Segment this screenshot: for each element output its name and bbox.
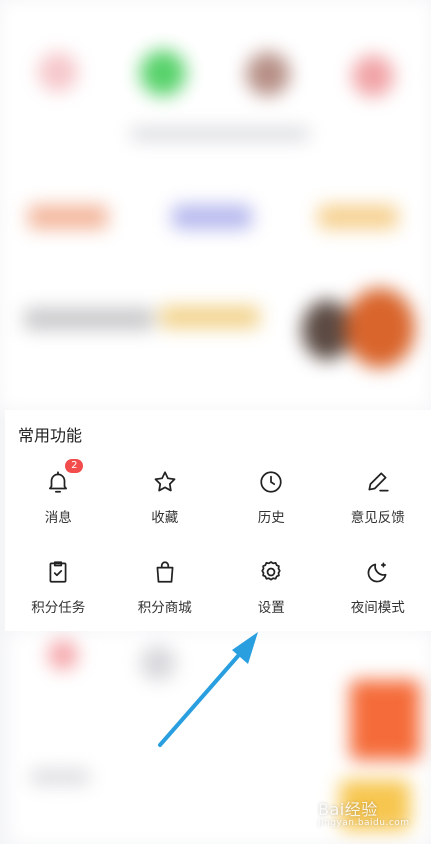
messages-badge: 2	[65, 459, 84, 473]
night-mode-label: 夜间模式	[350, 600, 405, 616]
app-screen: 常用功能 2 消息 收藏 历史 意见反馈 积分任务 积分商城 设置 夜间模式 B…	[0, 0, 431, 844]
feedback-button[interactable]: 意见反馈	[325, 460, 431, 550]
feedback-label: 意见反馈	[350, 510, 405, 526]
history-label: 历史	[257, 510, 285, 526]
watermark: Bai经验 jingyan.baidu.com	[318, 796, 410, 828]
points-mall-label: 积分商城	[137, 600, 192, 616]
points-tasks-label: 积分任务	[31, 600, 86, 616]
clock-icon	[257, 468, 285, 496]
points-tasks-button[interactable]: 积分任务	[5, 550, 112, 640]
favorites-button[interactable]: 收藏	[112, 460, 219, 550]
common-functions-panel: 常用功能 2 消息 收藏 历史 意见反馈 积分任务 积分商城 设置 夜间模式	[5, 410, 431, 631]
shopping-bag-icon	[151, 558, 179, 586]
panel-title: 常用功能	[18, 426, 83, 445]
clipboard-check-icon	[44, 558, 72, 586]
pencil-icon	[364, 468, 392, 496]
settings-button[interactable]: 设置	[218, 550, 325, 640]
watermark-subtext: jingyan.baidu.com	[318, 818, 410, 828]
settings-label: 设置	[257, 600, 285, 616]
messages-label: 消息	[44, 510, 72, 526]
gear-icon	[257, 558, 285, 586]
messages-button[interactable]: 2 消息	[5, 459, 112, 550]
watermark-text: Bai经验	[318, 800, 378, 819]
function-grid: 2 消息 收藏 历史 意见反馈 积分任务 积分商城 设置 夜间模式	[5, 459, 431, 640]
bell-icon: 2	[44, 459, 84, 496]
favorites-label: 收藏	[151, 510, 179, 526]
history-button[interactable]: 历史	[218, 460, 325, 550]
night-mode-button[interactable]: 夜间模式	[325, 550, 431, 640]
star-icon	[151, 468, 179, 496]
moon-icon	[364, 558, 392, 586]
points-mall-button[interactable]: 积分商城	[112, 550, 219, 640]
